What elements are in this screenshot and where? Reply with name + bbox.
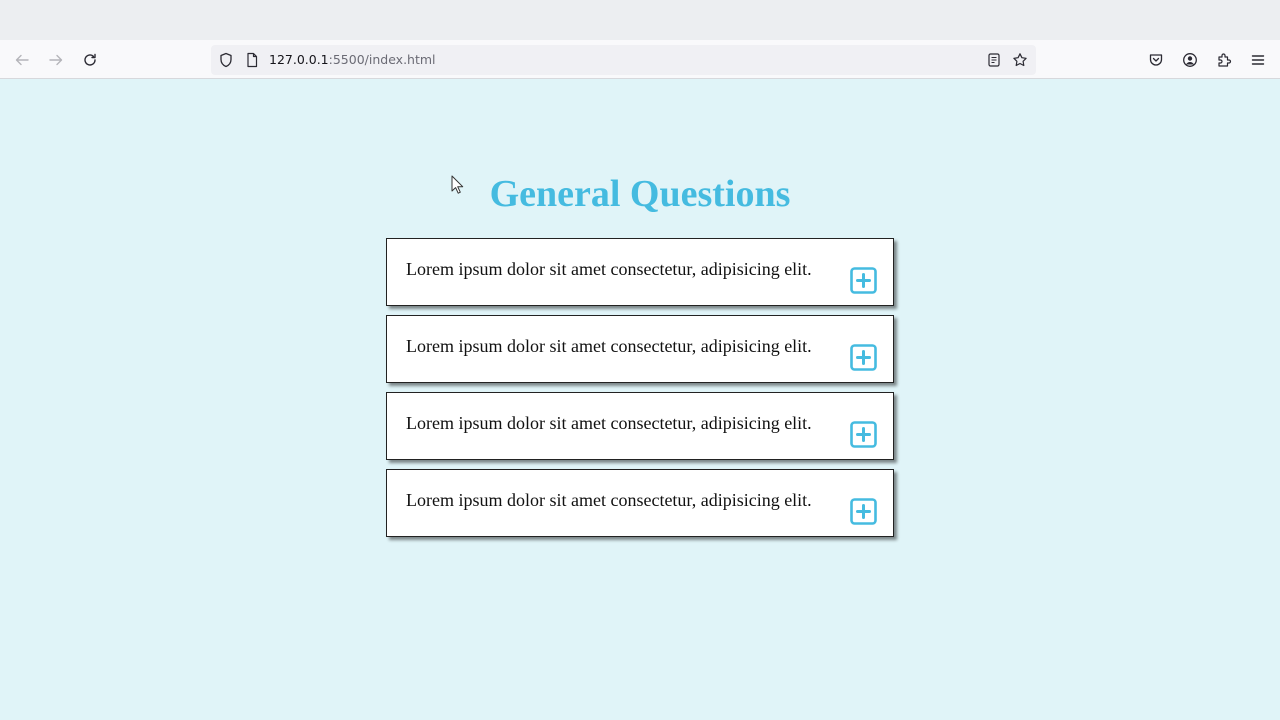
account-icon: [1183, 53, 1197, 67]
faq-question: Lorem ipsum dolor sit amet consectetur, …: [406, 413, 812, 433]
faq-list: Lorem ipsum dolor sit amet consectetur, …: [386, 238, 895, 546]
shield-icon[interactable]: [218, 52, 234, 68]
plus-square-icon: [850, 344, 877, 371]
menu-button[interactable]: [1246, 48, 1270, 72]
pocket-icon: [1149, 54, 1163, 66]
mouse-cursor-icon: [451, 175, 464, 194]
pocket-button[interactable]: [1144, 48, 1168, 72]
arrow-left-icon: [15, 54, 29, 66]
faq-item[interactable]: Lorem ipsum dolor sit amet consectetur, …: [386, 469, 894, 537]
expand-button[interactable]: [850, 498, 877, 525]
expand-button[interactable]: [850, 421, 877, 448]
extensions-icon: [1218, 53, 1232, 67]
faq-item[interactable]: Lorem ipsum dolor sit amet consectetur, …: [386, 392, 894, 460]
star-icon[interactable]: [1012, 52, 1028, 68]
forward-button[interactable]: [44, 48, 68, 72]
url-path: :5500/index.html: [328, 52, 436, 67]
page-icon[interactable]: [244, 52, 260, 68]
url-bar[interactable]: 127.0.0.1:5500/index.html: [211, 45, 1036, 75]
reload-icon: [84, 53, 96, 66]
plus-square-icon: [850, 267, 877, 294]
faq-item[interactable]: Lorem ipsum dolor sit amet consectetur, …: [386, 238, 894, 306]
plus-square-icon: [850, 498, 877, 525]
tab-strip: [0, 0, 1280, 40]
expand-button[interactable]: [850, 344, 877, 371]
reload-button[interactable]: [78, 48, 102, 72]
faq-item[interactable]: Lorem ipsum dolor sit amet consectetur, …: [386, 315, 894, 383]
url-text[interactable]: 127.0.0.1:5500/index.html: [269, 52, 436, 68]
reader-view-icon[interactable]: [986, 52, 1002, 68]
back-button[interactable]: [10, 48, 34, 72]
page-content: General Questions Lorem ipsum dolor sit …: [0, 80, 1280, 720]
faq-question: Lorem ipsum dolor sit amet consectetur, …: [406, 490, 812, 510]
browser-toolbar: 127.0.0.1:5500/index.html: [0, 40, 1280, 79]
faq-question: Lorem ipsum dolor sit amet consectetur, …: [406, 259, 812, 279]
url-host: 127.0.0.1: [269, 52, 329, 67]
account-button[interactable]: [1178, 48, 1202, 72]
hamburger-menu-icon: [1251, 55, 1265, 65]
faq-question: Lorem ipsum dolor sit amet consectetur, …: [406, 336, 812, 356]
extensions-button[interactable]: [1212, 48, 1236, 72]
plus-square-icon: [850, 421, 877, 448]
arrow-right-icon: [49, 54, 63, 66]
expand-button[interactable]: [850, 267, 877, 294]
